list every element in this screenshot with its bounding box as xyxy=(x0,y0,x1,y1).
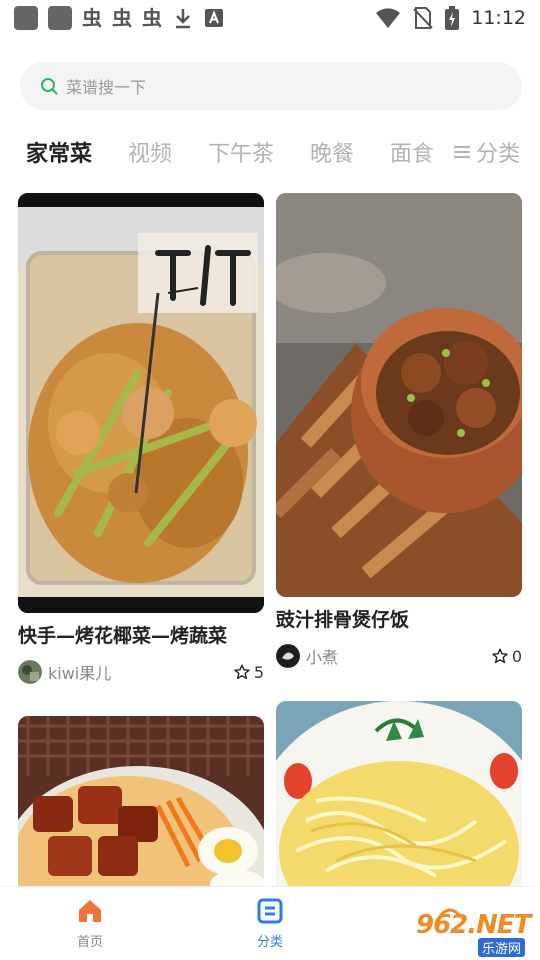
keyboard-a-icon xyxy=(205,9,223,27)
no-sim-icon xyxy=(413,7,433,29)
like-count: 5 xyxy=(253,662,264,682)
search-icon xyxy=(41,78,58,95)
tab-afternoon-tea[interactable]: 下午茶 xyxy=(208,136,274,168)
nav-category[interactable]: 分类 xyxy=(240,897,300,950)
recipe-image[interactable] xyxy=(276,193,522,597)
battery-charging-icon xyxy=(445,6,460,30)
category-menu-button[interactable]: 分类 xyxy=(444,128,540,176)
notification-bug-icon: 虫 xyxy=(112,6,132,30)
recipe-card[interactable]: 快手—烤花椰菜—烤蔬菜 kiwi果儿 5 xyxy=(18,193,264,685)
recipe-title[interactable]: 豉汁排骨煲仔饭 xyxy=(276,607,522,633)
author-name[interactable]: 小煮 xyxy=(306,644,492,668)
recipe-card[interactable] xyxy=(276,701,522,886)
star-icon[interactable] xyxy=(234,664,250,680)
search-placeholder: 菜谱搜一下 xyxy=(66,78,147,97)
wifi-icon xyxy=(376,8,401,28)
recipe-image[interactable] xyxy=(18,193,264,613)
download-icon xyxy=(176,9,190,29)
tab-dinner[interactable]: 晚餐 xyxy=(310,136,354,168)
nav-home-label: 首页 xyxy=(76,935,103,950)
nav-category-label: 分类 xyxy=(256,935,283,950)
notification-app-icon xyxy=(14,6,38,30)
author-name[interactable]: kiwi果儿 xyxy=(48,660,234,684)
category-tabs: 家常菜 视频 下午茶 晚餐 面食 分类 xyxy=(0,128,540,176)
tab-video[interactable]: 视频 xyxy=(128,136,172,168)
clock: 11:12 xyxy=(471,7,526,29)
recipe-card[interactable]: 豉汁排骨煲仔饭 小煮 0 xyxy=(276,193,522,669)
tab-home-cooking[interactable]: 家常菜 xyxy=(26,136,92,168)
status-bar: 虫 虫 虫 11:12 xyxy=(0,0,540,38)
notification-bug-icon: 虫 xyxy=(142,6,162,30)
recipe-image[interactable] xyxy=(276,701,522,886)
nav-home[interactable]: 首页 xyxy=(60,897,120,950)
notification-app-icon xyxy=(48,6,72,30)
site-watermark: 962.NET 乐游网 xyxy=(402,900,536,957)
notification-bug-icon: 虫 xyxy=(82,6,102,30)
menu-icon xyxy=(454,146,470,158)
recipe-card[interactable] xyxy=(18,716,264,886)
like-count: 0 xyxy=(511,646,522,666)
recipe-image[interactable] xyxy=(18,716,264,886)
category-menu-label: 分类 xyxy=(476,142,521,167)
home-icon xyxy=(79,900,101,922)
star-icon[interactable] xyxy=(492,648,508,664)
avatar[interactable] xyxy=(18,660,42,684)
category-icon xyxy=(257,898,283,924)
recipe-title[interactable]: 快手—烤花椰菜—烤蔬菜 xyxy=(18,623,264,649)
avatar[interactable] xyxy=(276,644,300,668)
search-bar[interactable]: 菜谱搜一下 xyxy=(20,62,522,110)
